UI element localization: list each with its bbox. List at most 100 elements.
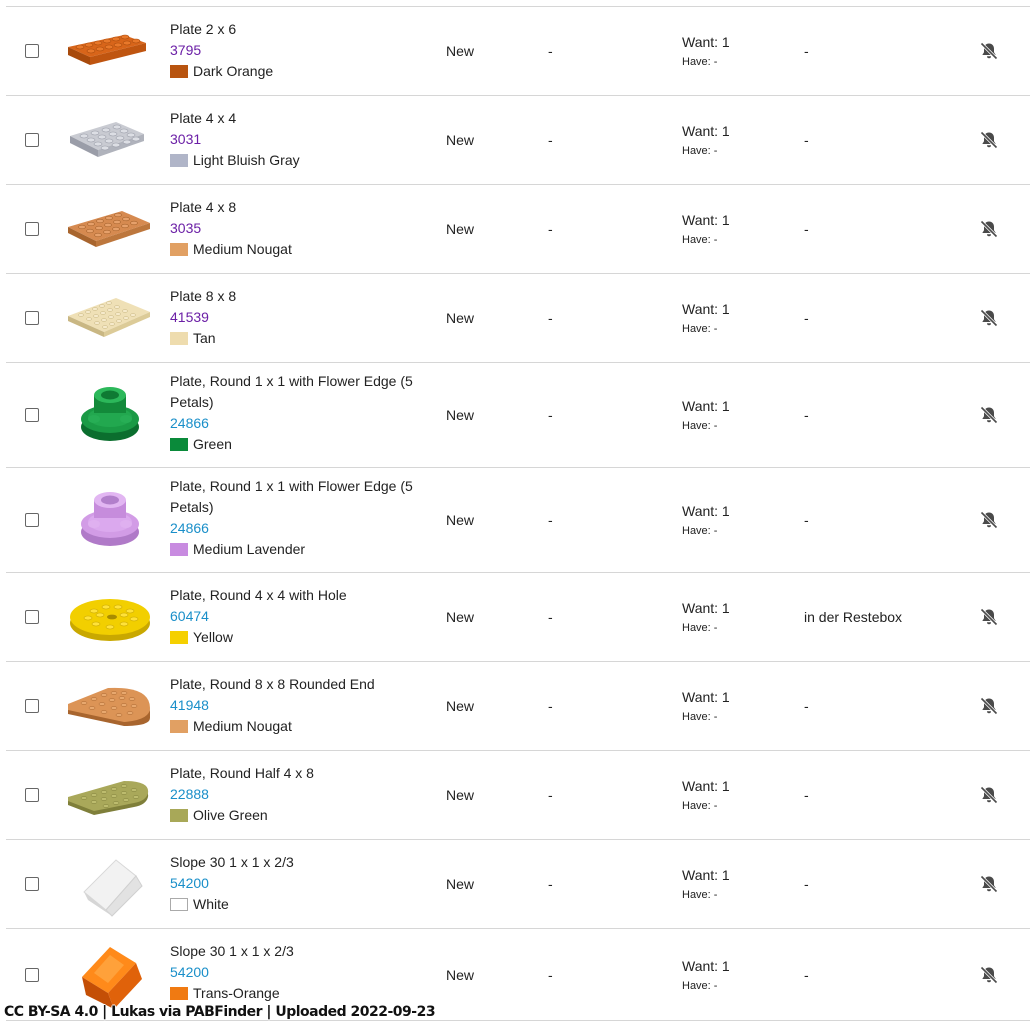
note: - <box>804 698 809 714</box>
select-checkbox[interactable] <box>25 699 39 713</box>
select-checkbox[interactable] <box>25 311 39 325</box>
part-image[interactable] <box>64 846 156 922</box>
quantity-info: Want: 1 Have: - <box>682 501 730 539</box>
want-quantity: Want: 1 <box>682 34 730 50</box>
color-name: Olive Green <box>193 807 268 823</box>
part-number-link[interactable]: 3031 <box>170 129 430 150</box>
part-image[interactable] <box>64 668 156 744</box>
select-checkbox[interactable] <box>25 877 39 891</box>
bell-slash-icon[interactable] <box>979 785 999 805</box>
condition: New <box>446 609 475 625</box>
list-item: Plate, Round 1 x 1 with Flower Edge (5 P… <box>6 363 1030 468</box>
part-image[interactable] <box>64 579 156 655</box>
part-number-link[interactable]: 41948 <box>170 695 430 716</box>
part-color: Medium Nougat <box>170 716 430 737</box>
part-image[interactable] <box>64 191 156 267</box>
select-checkbox[interactable] <box>25 967 39 982</box>
color-swatch <box>170 154 188 167</box>
bell-slash-icon[interactable] <box>979 219 999 239</box>
quantity-info: Want: 1 Have: - <box>682 210 730 248</box>
part-image[interactable] <box>64 377 156 453</box>
part-color: Trans-Orange <box>170 983 430 1004</box>
part-image[interactable] <box>64 937 156 1013</box>
part-number-link[interactable]: 60474 <box>170 606 430 627</box>
select-checkbox[interactable] <box>25 788 39 802</box>
part-info: Slope 30 1 x 1 x 2/3 54200 Trans-Orange <box>170 941 430 1004</box>
bell-slash-icon[interactable] <box>979 130 999 150</box>
part-number-link[interactable]: 41539 <box>170 307 430 328</box>
part-name[interactable]: Plate 4 x 4 <box>170 108 430 129</box>
part-name[interactable]: Plate 8 x 8 <box>170 286 430 307</box>
select-checkbox[interactable] <box>25 222 39 236</box>
color-name: Medium Nougat <box>193 241 292 257</box>
color-swatch <box>170 543 188 556</box>
want-quantity: Want: 1 <box>682 600 730 616</box>
part-color: Olive Green <box>170 805 430 826</box>
bell-slash-icon[interactable] <box>979 607 999 627</box>
part-name[interactable]: Plate, Round Half 4 x 8 <box>170 763 430 784</box>
color-swatch <box>170 332 188 345</box>
part-info: Plate 8 x 8 41539 Tan <box>170 286 430 349</box>
have-quantity: Have: - <box>682 711 718 723</box>
list-item: Slope 30 1 x 1 x 2/3 54200 White New - W… <box>6 840 1030 929</box>
select-checkbox[interactable] <box>25 610 39 624</box>
part-name[interactable]: Plate, Round 8 x 8 Rounded End <box>170 674 430 695</box>
part-number-link[interactable]: 54200 <box>170 962 430 983</box>
select-checkbox[interactable] <box>25 133 39 147</box>
quantity-info: Want: 1 Have: - <box>682 396 730 434</box>
bell-slash-icon[interactable] <box>979 965 999 985</box>
part-number-link[interactable]: 3035 <box>170 218 430 239</box>
note: in der Restebox <box>804 609 903 625</box>
condition: New <box>446 698 475 714</box>
color-swatch <box>170 438 188 451</box>
quantity-info: Want: 1 Have: - <box>682 121 730 159</box>
part-image[interactable] <box>64 13 156 89</box>
note: - <box>804 132 809 148</box>
quantity-info: Want: 1 Have: - <box>682 598 730 636</box>
color-swatch <box>170 631 188 644</box>
list-item: Plate 4 x 8 3035 Medium Nougat New - Wan… <box>6 185 1030 274</box>
have-quantity: Have: - <box>682 323 718 335</box>
part-color: Yellow <box>170 627 430 648</box>
part-name[interactable]: Plate 2 x 6 <box>170 19 430 40</box>
part-number-link[interactable]: 54200 <box>170 873 430 894</box>
part-image[interactable] <box>64 482 156 558</box>
list-item: Plate 2 x 6 3795 Dark Orange New - Want:… <box>6 7 1030 96</box>
part-info: Plate, Round 1 x 1 with Flower Edge (5 P… <box>170 371 430 455</box>
part-number-link[interactable]: 24866 <box>170 413 430 434</box>
want-quantity: Want: 1 <box>682 503 730 519</box>
color-swatch <box>170 243 188 256</box>
select-checkbox[interactable] <box>25 513 39 527</box>
part-image[interactable] <box>64 102 156 178</box>
select-checkbox[interactable] <box>25 44 39 58</box>
select-checkbox[interactable] <box>25 408 39 422</box>
bell-slash-icon[interactable] <box>979 41 999 61</box>
part-image[interactable] <box>64 280 156 356</box>
part-name[interactable]: Slope 30 1 x 1 x 2/3 <box>170 852 430 873</box>
bell-slash-icon[interactable] <box>979 405 999 425</box>
part-name[interactable]: Plate, Round 4 x 4 with Hole <box>170 585 430 606</box>
part-info: Plate, Round 4 x 4 with Hole 60474 Yello… <box>170 585 430 648</box>
part-name[interactable]: Plate, Round 1 x 1 with Flower Edge (5 P… <box>170 476 430 518</box>
list-item: Plate, Round 8 x 8 Rounded End 41948 Med… <box>6 662 1030 751</box>
comment: - <box>548 310 553 326</box>
wanted-parts-list: Plate 2 x 6 3795 Dark Orange New - Want:… <box>6 6 1030 1021</box>
part-name[interactable]: Slope 30 1 x 1 x 2/3 <box>170 941 430 962</box>
part-image[interactable] <box>64 757 156 833</box>
color-name: Yellow <box>193 629 233 645</box>
list-item: Plate, Round Half 4 x 8 22888 Olive Gree… <box>6 751 1030 840</box>
part-color: White <box>170 894 430 915</box>
part-number-link[interactable]: 22888 <box>170 784 430 805</box>
bell-slash-icon[interactable] <box>979 308 999 328</box>
bell-slash-icon[interactable] <box>979 510 999 530</box>
part-number-link[interactable]: 24866 <box>170 518 430 539</box>
quantity-info: Want: 1 Have: - <box>682 299 730 337</box>
color-name: Medium Lavender <box>193 541 306 557</box>
list-item: Plate 8 x 8 41539 Tan New - Want: 1 Have… <box>6 274 1030 363</box>
part-name[interactable]: Plate, Round 1 x 1 with Flower Edge (5 P… <box>170 371 430 413</box>
bell-slash-icon[interactable] <box>979 696 999 716</box>
part-number-link[interactable]: 3795 <box>170 40 430 61</box>
part-info: Plate 4 x 4 3031 Light Bluish Gray <box>170 108 430 171</box>
bell-slash-icon[interactable] <box>979 874 999 894</box>
part-name[interactable]: Plate 4 x 8 <box>170 197 430 218</box>
